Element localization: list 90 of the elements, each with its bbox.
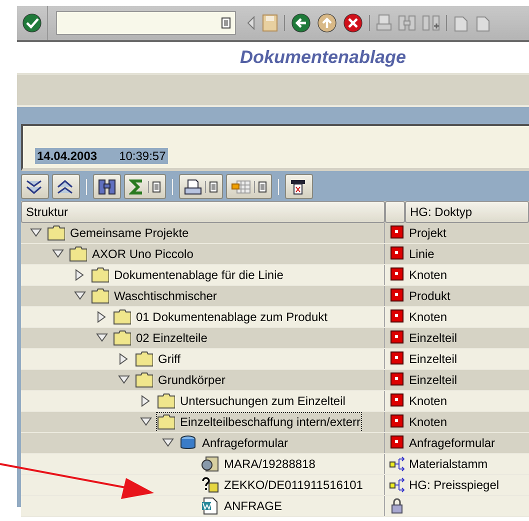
column-header[interactable]: HG: Doktyp: [405, 201, 529, 223]
triangle-left-icon[interactable]: [246, 16, 256, 30]
table-cell: Linie: [409, 247, 434, 261]
table-cell: Einzelteil: [409, 352, 458, 366]
print-icon: [184, 178, 202, 194]
back-icon[interactable]: [291, 13, 311, 33]
tree-node-label[interactable]: ZEKKO/DE011911516101: [224, 478, 363, 492]
folder-icon: [135, 350, 153, 368]
folder-icon: [91, 287, 109, 305]
tree-node-label[interactable]: Untersuchungen zum Einzelteil: [180, 394, 346, 408]
dropdown-icon: [209, 180, 218, 192]
folder-icon: [113, 329, 131, 347]
triangle-down-icon[interactable]: [162, 438, 174, 448]
layout-button[interactable]: [226, 174, 272, 199]
table-cell: HG: Preisspiegel: [409, 478, 500, 492]
up-icon[interactable]: [317, 13, 337, 33]
padlock-icon: [389, 497, 405, 515]
folder-icon: [47, 224, 65, 242]
folder-icon: [91, 266, 109, 284]
tree-node-label[interactable]: ANFRAGE: [224, 499, 282, 513]
column-header: [385, 201, 405, 223]
triangle-right-icon[interactable]: [119, 353, 129, 365]
table-cell: Produkt: [409, 289, 450, 303]
binoculars-icon: [98, 178, 116, 194]
table-cell: Materialstamm: [409, 457, 488, 471]
folder-icon: [69, 245, 87, 263]
check-icon[interactable]: [22, 13, 42, 33]
page-icon[interactable]: [453, 14, 469, 32]
folder-icon: [113, 308, 131, 326]
table-cell: Einzelteil: [409, 373, 458, 387]
triangle-down-icon[interactable]: [96, 333, 108, 343]
cancel-icon[interactable]: [343, 13, 363, 33]
tree-node-label[interactable]: Anfrageformular: [202, 436, 288, 450]
table-cell: Knoten: [409, 394, 448, 408]
export-button[interactable]: [285, 174, 313, 199]
link-arrows-icon: [389, 476, 405, 494]
screen-title: Dokumentenablage: [240, 47, 406, 68]
export-icon: [290, 178, 306, 194]
tree-node-label[interactable]: Grundkörper: [158, 373, 226, 387]
tree-node-label[interactable]: 02 Einzelteile: [136, 331, 208, 345]
report-date: 14.04.2003: [37, 149, 98, 163]
command-field[interactable]: [56, 11, 236, 35]
word-document-icon: [201, 497, 219, 515]
table-cell: Einzelteil: [409, 331, 458, 345]
table-cell: Knoten: [409, 268, 448, 282]
save-icon[interactable]: [262, 14, 278, 32]
material-record-icon: [201, 455, 219, 473]
tree-node-label[interactable]: AXOR Uno Piccolo: [92, 247, 194, 261]
folder-icon: [157, 413, 175, 431]
triangle-right-icon[interactable]: [75, 269, 85, 281]
sum-button[interactable]: [124, 174, 166, 199]
triangle-down-icon[interactable]: [74, 291, 86, 301]
triangle-down-icon[interactable]: [52, 249, 64, 259]
folder-icon: [135, 371, 153, 389]
collapse-all-button[interactable]: [52, 174, 80, 199]
triangle-down-icon[interactable]: [30, 228, 42, 238]
link-arrows-icon: [389, 455, 405, 473]
find-button[interactable]: [93, 174, 121, 199]
tree-node-label[interactable]: Gemeinsame Projekte: [70, 226, 189, 240]
tree-node-label[interactable]: MARA/19288818: [224, 457, 316, 471]
triangle-right-icon[interactable]: [97, 311, 107, 323]
question-document-icon: [201, 476, 219, 494]
triangle-down-icon[interactable]: [118, 375, 130, 385]
database-icon: [179, 434, 197, 452]
column-header[interactable]: Struktur: [21, 201, 385, 223]
tree-node-label[interactable]: Dokumentenablage für die Linie: [114, 268, 284, 282]
dropdown-icon: [152, 180, 161, 192]
chevron-down-double-icon: [26, 180, 42, 194]
table-cell: Anfrageformular: [409, 436, 496, 450]
find-next-icon[interactable]: [422, 14, 440, 32]
table-cell: Knoten: [409, 415, 448, 429]
print-icon[interactable]: [376, 14, 392, 32]
table-cell: Projekt: [409, 226, 446, 240]
expand-all-button[interactable]: [21, 174, 49, 199]
grid-icon: [231, 180, 251, 194]
folder-icon: [157, 392, 175, 410]
triangle-down-icon[interactable]: [140, 417, 152, 427]
table-cell: Knoten: [409, 310, 448, 324]
tree-node-label[interactable]: Griff: [158, 352, 180, 366]
report-time: 10:39:57: [119, 149, 166, 163]
tree-node-label[interactable]: 01 Dokumentenablage zum Produkt: [136, 310, 328, 324]
chevron-up-double-icon: [57, 180, 73, 194]
triangle-right-icon[interactable]: [141, 395, 151, 407]
tree-node-label[interactable]: Waschtischmischer: [114, 289, 217, 303]
dropdown-icon: [258, 180, 267, 192]
print-button[interactable]: [179, 174, 223, 199]
tree-node-label[interactable]: Einzelteilbeschaffung intern/exterr: [180, 415, 361, 429]
page-icon[interactable]: [475, 14, 491, 32]
sigma-icon: [129, 178, 145, 194]
dropdown-icon[interactable]: [221, 17, 231, 29]
